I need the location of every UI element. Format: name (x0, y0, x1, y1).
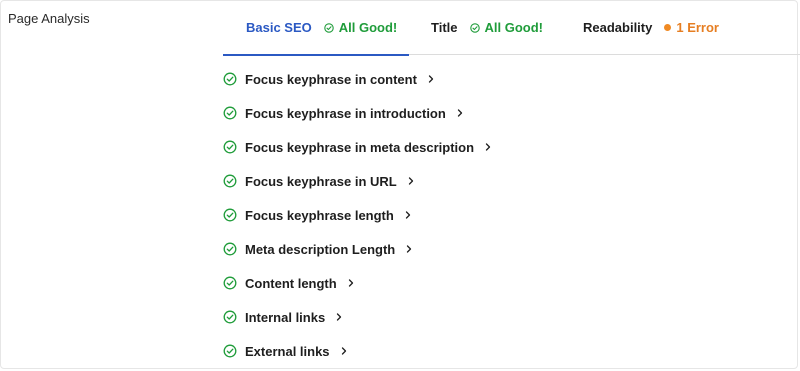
status-badge: All Good! (469, 20, 544, 35)
check-label: Focus keyphrase in introduction (245, 105, 446, 121)
check-label: Focus keyphrase length (245, 207, 394, 223)
chevron-right-icon (485, 143, 491, 151)
section-title: Page Analysis (8, 11, 90, 26)
check-item[interactable]: Meta description Length (223, 232, 783, 266)
check-circle-icon (223, 208, 237, 222)
check-circle-icon (469, 22, 480, 33)
check-circle-icon (223, 242, 237, 256)
status-text: All Good! (484, 20, 544, 35)
chevron-right-icon (457, 109, 462, 117)
tab-readability[interactable]: Readability 1 Error (583, 0, 719, 55)
check-label: Focus keyphrase in content (245, 71, 417, 87)
analysis-tabs: Basic SEO All Good! Title All Good! Read… (223, 0, 800, 56)
check-item[interactable]: Internal links (223, 300, 783, 334)
tab-label: Readability (583, 20, 653, 35)
check-circle-icon (223, 310, 237, 324)
check-item[interactable]: Content length (223, 266, 783, 300)
status-badge: 1 Error (664, 20, 719, 35)
check-list: Focus keyphrase in content Focus keyphra… (223, 62, 783, 368)
check-circle-icon (223, 106, 237, 120)
check-label: Focus keyphrase in URL (245, 173, 397, 189)
check-item[interactable]: Focus keyphrase in introduction (223, 96, 783, 130)
chevron-right-icon (337, 313, 342, 321)
chevron-right-icon (405, 211, 410, 219)
check-circle-icon (223, 72, 237, 86)
check-circle-icon (223, 140, 237, 154)
tab-label: Basic SEO (246, 20, 312, 35)
check-circle-icon (223, 344, 237, 358)
chevron-right-icon (348, 279, 353, 287)
chevron-right-icon (407, 245, 412, 253)
status-text: 1 Error (676, 20, 719, 35)
check-item[interactable]: Focus keyphrase length (223, 198, 783, 232)
chevron-right-icon (408, 177, 413, 185)
tab-title[interactable]: Title All Good! (431, 0, 543, 55)
check-circle-icon (223, 174, 237, 188)
check-circle-icon (324, 22, 334, 33)
chevron-right-icon (341, 347, 346, 355)
check-item[interactable]: External links (223, 334, 783, 368)
check-label: Focus keyphrase in meta description (245, 139, 475, 155)
status-badge: All Good! (324, 20, 398, 35)
chevron-right-icon (428, 75, 434, 83)
check-label: External links (245, 343, 330, 359)
check-circle-icon (223, 276, 237, 290)
check-item[interactable]: Focus keyphrase in URL (223, 164, 783, 198)
check-label: Meta description Length (245, 241, 396, 257)
error-dot-icon (664, 24, 672, 31)
check-item[interactable]: Focus keyphrase in meta description (223, 130, 783, 164)
status-text: All Good! (338, 20, 398, 35)
check-label: Content length (245, 275, 337, 291)
tab-basic-seo[interactable]: Basic SEO All Good! (223, 0, 409, 56)
tab-label: Title (431, 20, 458, 35)
check-item[interactable]: Focus keyphrase in content (223, 62, 783, 96)
check-label: Internal links (245, 309, 326, 325)
